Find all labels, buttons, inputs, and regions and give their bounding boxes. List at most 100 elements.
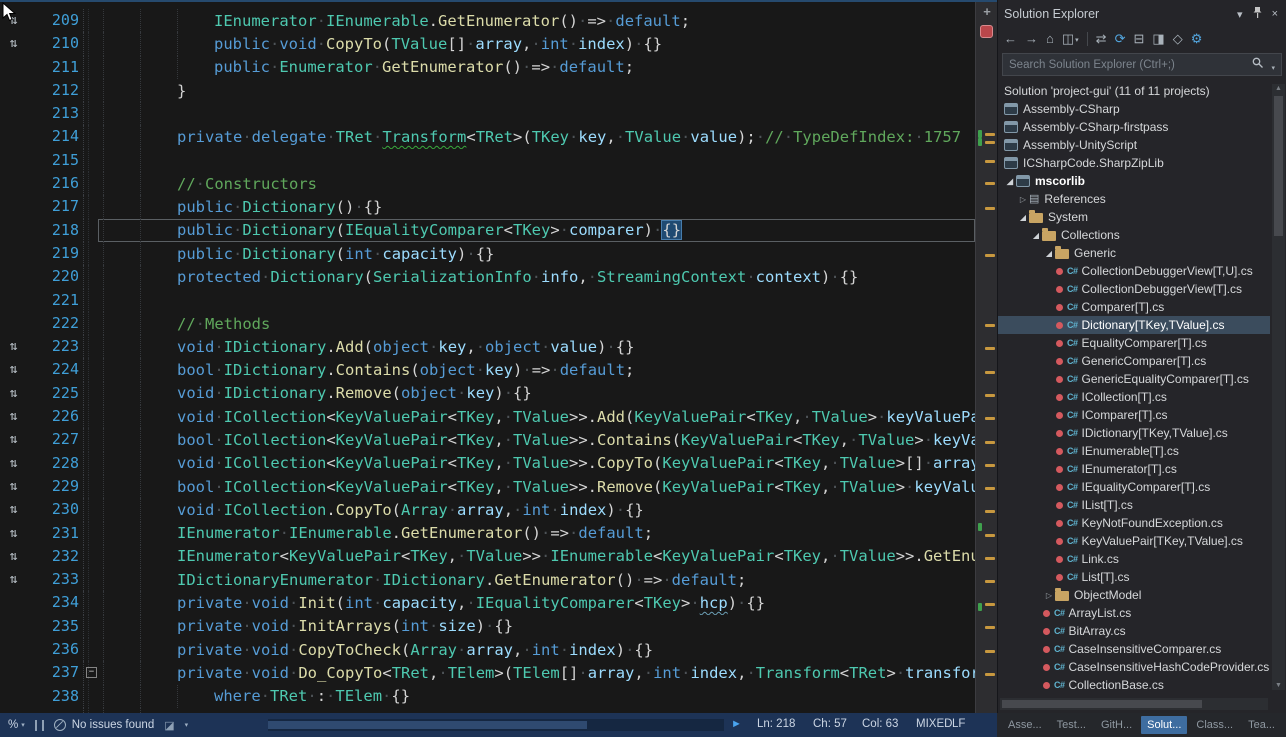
code-line[interactable]: 214private·delegate·TRet·Transform<TRet>…: [0, 125, 975, 148]
glyph-margin[interactable]: ⇅: [0, 568, 27, 591]
code-content[interactable]: [98, 149, 975, 172]
code-content[interactable]: public·void·CopyTo(TValue[]·array,·int·i…: [98, 32, 975, 55]
tree-item[interactable]: Assembly-CSharp-firstpass: [998, 118, 1270, 136]
split-editor-icon[interactable]: +: [976, 4, 997, 19]
implements-icon[interactable]: ⇅: [10, 456, 18, 471]
code-line[interactable]: 216//·Constructors: [0, 172, 975, 195]
tree-item[interactable]: ◢Generic: [998, 244, 1270, 262]
chevron-collapsed-icon[interactable]: ▷: [1043, 591, 1055, 600]
code-content[interactable]: [98, 289, 975, 312]
code-line[interactable]: 222 //·Methods: [0, 312, 975, 335]
glyph-margin[interactable]: ⇅: [0, 428, 27, 451]
code-editor[interactable]: ⇅209IEnumerator·IEnumerable.GetEnumerato…: [0, 0, 997, 713]
code-content[interactable]: private·void·InitArrays(int·size)·{}: [98, 615, 975, 638]
tree-item[interactable]: C#IEqualityComparer[T].cs: [998, 478, 1270, 496]
line-number[interactable]: 227: [27, 428, 83, 451]
code-line[interactable]: 217public·Dictionary()·{}: [0, 195, 975, 218]
glyph-margin[interactable]: ⇅: [0, 452, 27, 475]
code-content[interactable]: private·void·Init(int·capacity,·IEqualit…: [98, 591, 975, 614]
tree-item[interactable]: C#EqualityComparer[T].cs: [998, 334, 1270, 352]
back-icon[interactable]: ←: [1004, 31, 1017, 46]
tree-item[interactable]: C#CollectionDebuggerView[T].cs: [998, 280, 1270, 298]
scroll-up-icon[interactable]: ▲: [1272, 85, 1285, 92]
code-content[interactable]: IEnumerator<KeyValuePair<TKey,·TValue>>·…: [98, 545, 975, 568]
line-number[interactable]: 213: [27, 102, 83, 125]
search-icon[interactable]: [1252, 56, 1264, 74]
scroll-right-icon[interactable]: ►: [731, 718, 742, 730]
tree-vscroll-thumb[interactable]: [1274, 96, 1283, 236]
code-line[interactable]: ⇅224bool·IDictionary.Contains(object·key…: [0, 358, 975, 381]
code-line[interactable]: ⇅ 232 IEnumerator<KeyValuePair<TKey,·TValu…: [0, 545, 975, 568]
status-column[interactable]: Col: 63: [862, 718, 898, 730]
doc-actions-icon[interactable]: ◪: [164, 719, 174, 732]
tree-item[interactable]: C#KeyValuePair[TKey,TValue].cs: [998, 532, 1270, 550]
status-line-ending[interactable]: LF: [952, 718, 965, 730]
code-content[interactable]: public·Dictionary(int·capacity)·{}: [98, 242, 975, 265]
line-number[interactable]: 222: [27, 312, 83, 335]
tree-item[interactable]: C#IEnumerator[T].cs: [998, 460, 1270, 478]
line-number[interactable]: 219: [27, 242, 83, 265]
tree-item[interactable]: C#IEnumerable[T].cs: [998, 442, 1270, 460]
tree-item[interactable]: C#ArrayList.cs: [998, 604, 1270, 622]
code-content[interactable]: void·IDictionary.Remove(object·key)·{}: [98, 382, 975, 405]
close-icon[interactable]: ×: [1272, 8, 1278, 20]
code-line[interactable]: 221: [0, 289, 975, 312]
tree-item[interactable]: C#BitArray.cs: [998, 622, 1270, 640]
line-number[interactable]: 218: [27, 219, 83, 242]
code-line[interactable]: 215: [0, 149, 975, 172]
tree-item[interactable]: C#ICollection[T].cs: [998, 388, 1270, 406]
search-box[interactable]: ▾: [1002, 53, 1282, 76]
panel-options-icon[interactable]: ▾: [1237, 8, 1243, 21]
code-line[interactable]: ⇅230void·ICollection.CopyTo(Array·array,…: [0, 498, 975, 521]
tree-item[interactable]: C#Dictionary[TKey,TValue].cs: [998, 316, 1270, 334]
implements-icon[interactable]: ⇅: [10, 526, 18, 541]
code-content[interactable]: public·Dictionary(IEqualityComparer<TKey…: [98, 219, 975, 242]
status-encoding[interactable]: MIXED: [916, 718, 952, 730]
implements-icon[interactable]: ⇅: [10, 502, 18, 517]
line-number[interactable]: 220: [27, 265, 83, 288]
pin-icon[interactable]: [1252, 6, 1263, 22]
implements-icon[interactable]: ⇅: [10, 362, 18, 377]
code-line[interactable]: 234private·void·Init(int·capacity,·IEqua…: [0, 591, 975, 614]
code-content[interactable]: void·IDictionary.Add(object·key,·object·…: [98, 335, 975, 358]
implements-icon[interactable]: ⇅: [10, 36, 18, 51]
error-indicator-icon[interactable]: [980, 25, 993, 38]
tree-item[interactable]: C#GenericEqualityComparer[T].cs: [998, 370, 1270, 388]
code-line[interactable]: ⇅210public·void·CopyTo(TValue[]·array,·i…: [0, 32, 975, 55]
code-line[interactable]: 212}: [0, 79, 975, 102]
tree-item[interactable]: C#CollectionBase.cs: [998, 676, 1270, 694]
implements-icon[interactable]: ⇅: [10, 549, 18, 564]
home-icon[interactable]: ⌂: [1046, 31, 1054, 46]
refresh-icon[interactable]: ⟳: [1115, 31, 1126, 47]
code-content[interactable]: private·void·Do_CopyTo<TRet,·TElem>(TEle…: [98, 661, 975, 684]
tree-item[interactable]: ▷ObjectModel: [998, 586, 1270, 604]
line-number[interactable]: 232: [27, 545, 83, 568]
editor-hscroll-thumb[interactable]: [268, 721, 587, 729]
chevron-collapsed-icon[interactable]: ▷: [1017, 195, 1029, 204]
implements-icon[interactable]: ⇅: [10, 572, 18, 587]
forward-icon[interactable]: →: [1025, 31, 1038, 46]
tree-item[interactable]: C#GenericComparer[T].cs: [998, 352, 1270, 370]
line-number[interactable]: 216: [27, 172, 83, 195]
line-number[interactable]: 215: [27, 149, 83, 172]
tree-item[interactable]: C#Link.cs: [998, 550, 1270, 568]
line-number[interactable]: 212: [27, 79, 83, 102]
properties-icon[interactable]: ⚙: [1191, 31, 1203, 47]
collapse-all-icon[interactable]: ⊟: [1133, 31, 1144, 47]
code-content[interactable]: //·Methods: [98, 312, 975, 335]
code-line[interactable]: ⇅231IEnumerator·IEnumerable.GetEnumerato…: [0, 522, 975, 545]
glyph-margin[interactable]: ⇅: [0, 522, 27, 545]
tree-item[interactable]: C#Comparer[T].cs: [998, 298, 1270, 316]
code-line[interactable]: 235 private·void·InitArrays(int·size)·{}: [0, 615, 975, 638]
tree-item[interactable]: ICSharpCode.SharpZipLib: [998, 154, 1270, 172]
tree-item[interactable]: Solution 'project-gui' (11 of 11 project…: [998, 82, 1270, 100]
code-line[interactable]: 237−private·void·Do_CopyTo<TRet,·TElem>(…: [0, 661, 975, 684]
document-health[interactable]: No issues found: [54, 719, 154, 731]
line-number[interactable]: 235: [27, 615, 83, 638]
code-content[interactable]: void·ICollection<KeyValuePair<TKey,·TVal…: [98, 405, 975, 428]
tool-window-tab[interactable]: GitH...: [1095, 716, 1138, 734]
tree-vertical-scrollbar[interactable]: ▲ ▼: [1272, 84, 1285, 690]
tool-window-tab[interactable]: Class...: [1190, 716, 1239, 734]
tree-item[interactable]: C#IComparer[T].cs: [998, 406, 1270, 424]
status-char[interactable]: Ch: 57: [813, 718, 847, 730]
